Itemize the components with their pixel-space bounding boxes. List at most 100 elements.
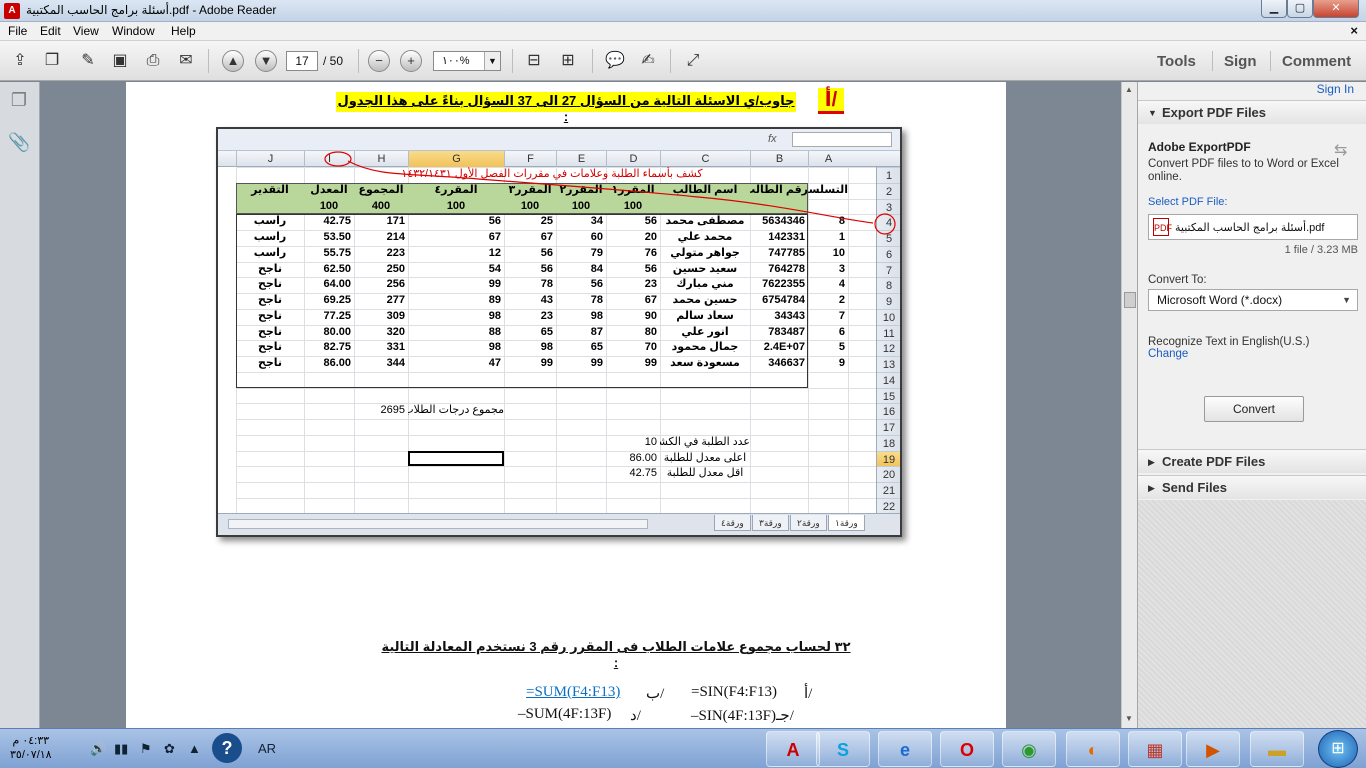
show-hidden-icons[interactable]: ▲	[188, 741, 201, 756]
table-cell: 62.50	[323, 262, 351, 275]
table-cell: 320	[386, 325, 405, 338]
volume-icon[interactable]: 🔊	[90, 741, 106, 757]
firefox-icon[interactable]: ◐	[1066, 731, 1120, 767]
scroll-up-icon[interactable]: ▲	[1125, 85, 1133, 94]
network-icon[interactable]: ▮▮	[114, 741, 128, 757]
minimize-button[interactable]: ▁	[1261, 0, 1287, 18]
clock[interactable]: ٠٤:٣٣ م ٣٥/٠٧/١٨	[10, 734, 52, 762]
highlight-icon[interactable]: ✍	[636, 49, 660, 73]
fit-width-icon[interactable]: ⊞	[556, 49, 580, 73]
comment-link[interactable]: Comment	[1282, 53, 1351, 70]
next-page-icon[interactable]: ▼	[255, 50, 277, 72]
selected-file[interactable]: PDF أسئلة برامج الحاسب المكتبية.pdf	[1148, 214, 1358, 240]
combine-icon[interactable]: ❐	[40, 49, 64, 73]
table-cell: 3	[838, 262, 845, 275]
row-header-1: 1	[877, 167, 900, 183]
fit-page-icon[interactable]: ⊟	[522, 49, 546, 73]
close-button[interactable]: ✕	[1313, 0, 1359, 18]
convert-button[interactable]: Convert	[1204, 396, 1304, 422]
help-icon[interactable]: ?	[212, 733, 242, 763]
email-icon[interactable]: ✉	[174, 49, 198, 73]
sheet-title: كشف بأسماء الطلبة وعلامات في مقررات الفص…	[401, 168, 703, 180]
table-cell: 12	[488, 246, 501, 259]
name-box	[792, 132, 892, 147]
comment-bubble-icon[interactable]: 💬	[603, 49, 627, 73]
chrome-icon[interactable]: ◉	[1002, 731, 1056, 767]
previous-page-icon[interactable]: ▲	[222, 50, 244, 72]
zoom-select[interactable]: ١٠٠% ▼	[433, 51, 501, 71]
sum-value: 2695	[380, 404, 405, 417]
attachments-icon[interactable]: 📎	[8, 132, 30, 154]
table-cell: 99	[590, 357, 603, 369]
change-link[interactable]: Change	[1148, 348, 1188, 360]
print-icon[interactable]: ⎙	[141, 49, 165, 73]
window-title: أسئلة برامج الحاسب المكتبية.pdf - Adobe …	[26, 3, 277, 17]
close-document-icon[interactable]: ×	[1350, 23, 1358, 38]
skype-icon[interactable]: S	[816, 731, 870, 767]
edit-icon[interactable]: ✎	[76, 49, 100, 73]
tools-link[interactable]: Tools	[1157, 53, 1196, 70]
zoom-in-icon[interactable]: +	[400, 50, 422, 72]
table-cell: 250	[386, 262, 405, 275]
scroll-thumb[interactable]	[1124, 292, 1136, 308]
column-headers: JIHGFEDCBA	[218, 151, 900, 167]
table-cell: 346637	[768, 357, 805, 369]
table-cell: سعاد سالم	[676, 309, 734, 322]
document-scrollbar[interactable]: ▲ ▼	[1121, 82, 1137, 728]
media-player-icon[interactable]: ▶	[1186, 731, 1240, 767]
fullscreen-icon[interactable]: ⤢	[681, 49, 705, 73]
row-header-16: 16	[877, 403, 900, 419]
table-cell: 80.00	[323, 325, 351, 338]
app-icon[interactable]: ▦	[1128, 731, 1182, 767]
document-area[interactable]: جاوب/ي الاسئلة التالية من السؤال 27 الى …	[40, 82, 1121, 728]
create-pdf-section[interactable]: ▶ Create PDF Files	[1138, 449, 1366, 473]
sign-link[interactable]: Sign	[1224, 53, 1257, 70]
table-cell: 214	[386, 231, 405, 243]
table-cell: 80	[644, 325, 657, 338]
sign-in-link[interactable]: Sign In	[1317, 82, 1354, 96]
zoom-out-icon[interactable]: −	[368, 50, 390, 72]
count-value: 10	[644, 435, 657, 448]
export-pdf-section[interactable]: ▼ Export PDF Files	[1138, 100, 1366, 124]
page-thumbnails-icon[interactable]: ❐	[8, 90, 30, 112]
table-cell: 55.75	[323, 246, 351, 259]
language-indicator[interactable]: AR	[258, 741, 276, 756]
internet-explorer-icon[interactable]: e	[878, 731, 932, 767]
table-cell: انور علي	[681, 325, 729, 338]
row-header-2: 2	[877, 182, 900, 199]
pdf-page: جاوب/ي الاسئلة التالية من السؤال 27 الى …	[126, 82, 1006, 728]
save-icon[interactable]: ▣	[108, 49, 132, 73]
menu-view[interactable]: View	[73, 24, 99, 38]
zoom-value: ١٠٠%	[442, 55, 470, 67]
option-d: –SUM(4F:13F)	[518, 706, 612, 722]
column-header-h: H	[354, 151, 408, 167]
formula-bar: fx	[218, 129, 900, 151]
option-a: =SIN(F4:F13)	[691, 684, 777, 700]
table-cell: 142331	[768, 231, 805, 243]
chevron-down-icon[interactable]: ▼	[484, 52, 500, 70]
start-button[interactable]: ⊞	[1318, 730, 1358, 768]
table-cell: 84	[590, 262, 603, 275]
menu-help[interactable]: Help	[171, 24, 196, 38]
menu-edit[interactable]: Edit	[40, 24, 61, 38]
opera-icon[interactable]: O	[940, 731, 994, 767]
column-header-f: F	[504, 151, 556, 167]
tray-app-icon[interactable]: ✿	[164, 741, 175, 757]
menu-file[interactable]: File	[8, 24, 27, 38]
scroll-down-icon[interactable]: ▼	[1125, 714, 1133, 723]
maximize-button[interactable]: ▢	[1287, 0, 1313, 18]
create-pdf-icon[interactable]: ⇪	[8, 49, 32, 73]
send-files-section[interactable]: ▶ Send Files	[1138, 475, 1366, 499]
convert-to-select[interactable]: Microsoft Word (*.docx) ▼	[1148, 289, 1358, 311]
table-cell: ناجح	[257, 294, 283, 306]
table-cell: 47	[488, 357, 501, 369]
flag-icon[interactable]: ⚑	[140, 741, 152, 757]
option-b: =SUM(F4:F13)	[526, 684, 621, 700]
file-explorer-icon[interactable]: ▬	[1250, 731, 1304, 767]
page-number-input[interactable]: 17	[286, 51, 318, 71]
adobe-reader-task-icon[interactable]: A	[766, 731, 820, 767]
menu-window[interactable]: Window	[112, 24, 155, 38]
table-cell: 89	[488, 294, 501, 306]
row-header-12: 12	[877, 340, 900, 356]
table-cell: ناجح	[257, 325, 283, 338]
